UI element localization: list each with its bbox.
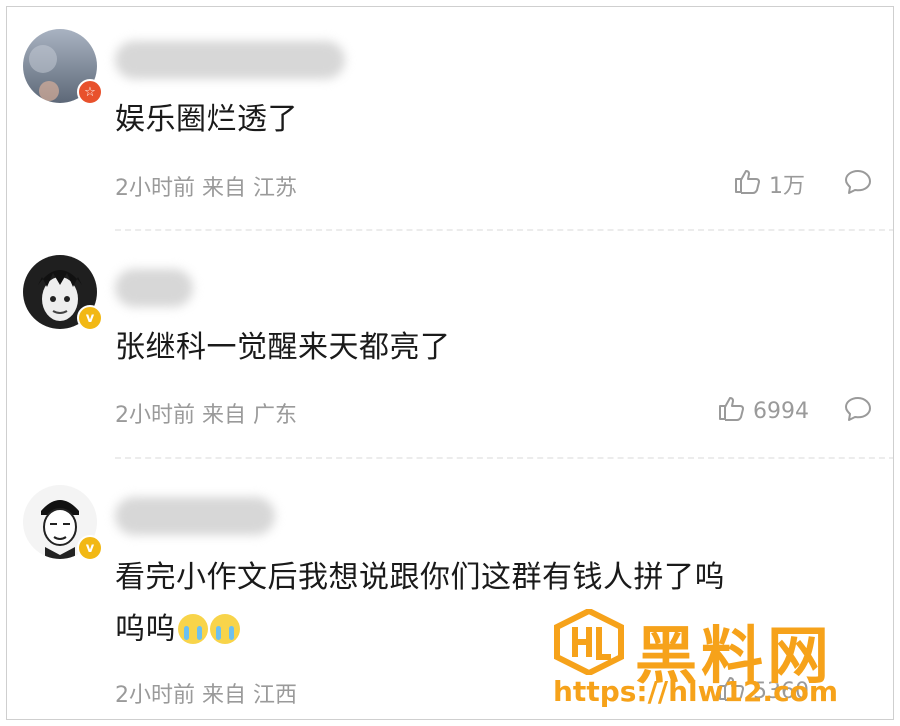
crying-emoji-icon (178, 614, 208, 644)
reply-button[interactable] (843, 395, 873, 427)
avatar[interactable]: v (23, 485, 103, 561)
comment-text: 张继科一觉醒来天都亮了 (115, 330, 451, 365)
username-blurred[interactable] (115, 269, 193, 307)
comment-list: ☆ 娱乐圈烂透了 2小时前 来自 江苏 1万 v 张继科一觉醒来天都亮了 2小时… (6, 6, 894, 720)
thumbs-up-icon (733, 167, 761, 201)
comment-text-line2: 呜呜 (115, 607, 240, 653)
like-button[interactable]: 1万 (733, 167, 805, 201)
watermark-url: https://hlw12.com (553, 675, 839, 708)
comment-text-line2-text: 呜呜 (115, 612, 176, 647)
divider (115, 457, 893, 459)
comment-meta: 2小时前 来自 江西 (115, 683, 297, 708)
reply-button[interactable] (843, 168, 873, 200)
crying-emoji-icon (210, 614, 240, 644)
like-count: 6994 (753, 398, 809, 424)
avatar[interactable]: v (23, 255, 103, 331)
watermark: 黑料网 https://hlw12.com (553, 605, 883, 715)
comment-text: 娱乐圈烂透了 (115, 102, 298, 137)
watermark-logo-icon (553, 607, 625, 679)
username-blurred[interactable] (115, 41, 345, 79)
like-button[interactable]: 6994 (717, 394, 809, 428)
comment-text-line1: 看完小作文后我想说跟你们这群有钱人拼了呜 (115, 560, 725, 595)
verified-badge-icon: v (77, 535, 103, 561)
member-badge-icon: ☆ (77, 79, 103, 105)
avatar[interactable]: ☆ (23, 29, 103, 105)
like-count: 1万 (769, 174, 805, 199)
comment-bubble-icon (843, 170, 873, 200)
divider (115, 229, 893, 231)
username-blurred[interactable] (115, 497, 275, 535)
comment-meta: 2小时前 来自 江苏 (115, 176, 297, 201)
comment-bubble-icon (843, 397, 873, 427)
comment-meta: 2小时前 来自 广东 (115, 403, 297, 428)
verified-badge-icon: v (77, 305, 103, 331)
thumbs-up-icon (717, 394, 745, 428)
